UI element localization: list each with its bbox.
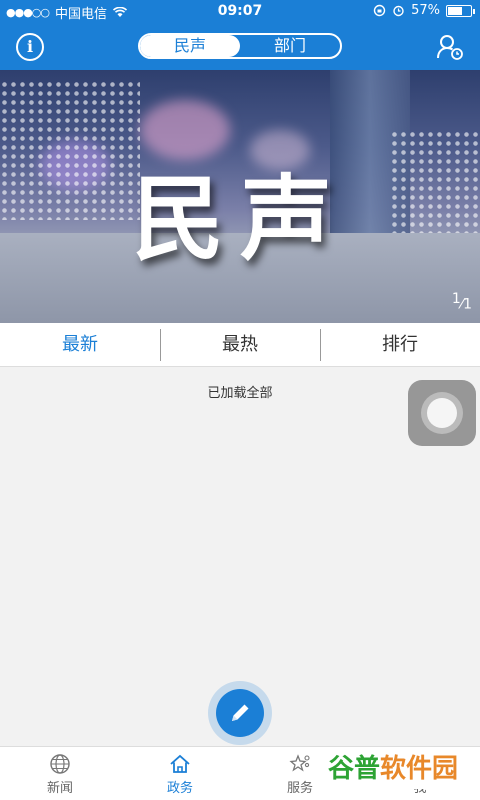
rotation-lock-icon xyxy=(373,4,386,17)
tab-bar: 最新 最热 排行 xyxy=(0,323,480,367)
watermark-logo: 谷普软件园 xyxy=(328,749,472,789)
banner-title: 民声 xyxy=(131,165,348,273)
tab-ranking[interactable]: 排行 xyxy=(320,323,480,366)
assistive-touch-dot xyxy=(427,398,457,428)
pencil-icon xyxy=(232,704,249,721)
nav-item-news[interactable]: 新闻 xyxy=(0,747,120,800)
info-button[interactable]: i xyxy=(16,33,44,61)
battery-icon xyxy=(446,4,475,17)
globe-icon xyxy=(50,754,70,774)
user-clock-icon[interactable] xyxy=(436,33,464,61)
nav-label: 政务 xyxy=(166,781,193,796)
nav-label: 服务 xyxy=(286,781,313,796)
nav-item-government[interactable]: 政务 xyxy=(120,747,240,800)
nav-label: 新闻 xyxy=(46,781,73,796)
tab-hottest[interactable]: 最热 xyxy=(160,323,320,366)
info-icon: i xyxy=(26,37,34,56)
segment-bumen[interactable]: 部门 xyxy=(240,35,340,57)
battery-percent: 57% xyxy=(411,3,440,18)
status-bar: ●●●○○ 中国电信 09:07 57% xyxy=(0,0,480,22)
segment-control: 民声 部门 xyxy=(138,33,342,59)
alarm-icon xyxy=(393,5,404,17)
home-icon xyxy=(170,754,190,773)
segment-minsheng[interactable]: 民声 xyxy=(140,35,240,57)
star-icon xyxy=(289,754,310,772)
assistive-touch-button[interactable] xyxy=(408,380,476,446)
banner-pager: 1⁄1 xyxy=(451,291,472,313)
compose-button[interactable] xyxy=(208,681,272,745)
banner[interactable]: 民声 1⁄1 xyxy=(0,70,480,323)
tab-latest[interactable]: 最新 xyxy=(0,323,160,366)
